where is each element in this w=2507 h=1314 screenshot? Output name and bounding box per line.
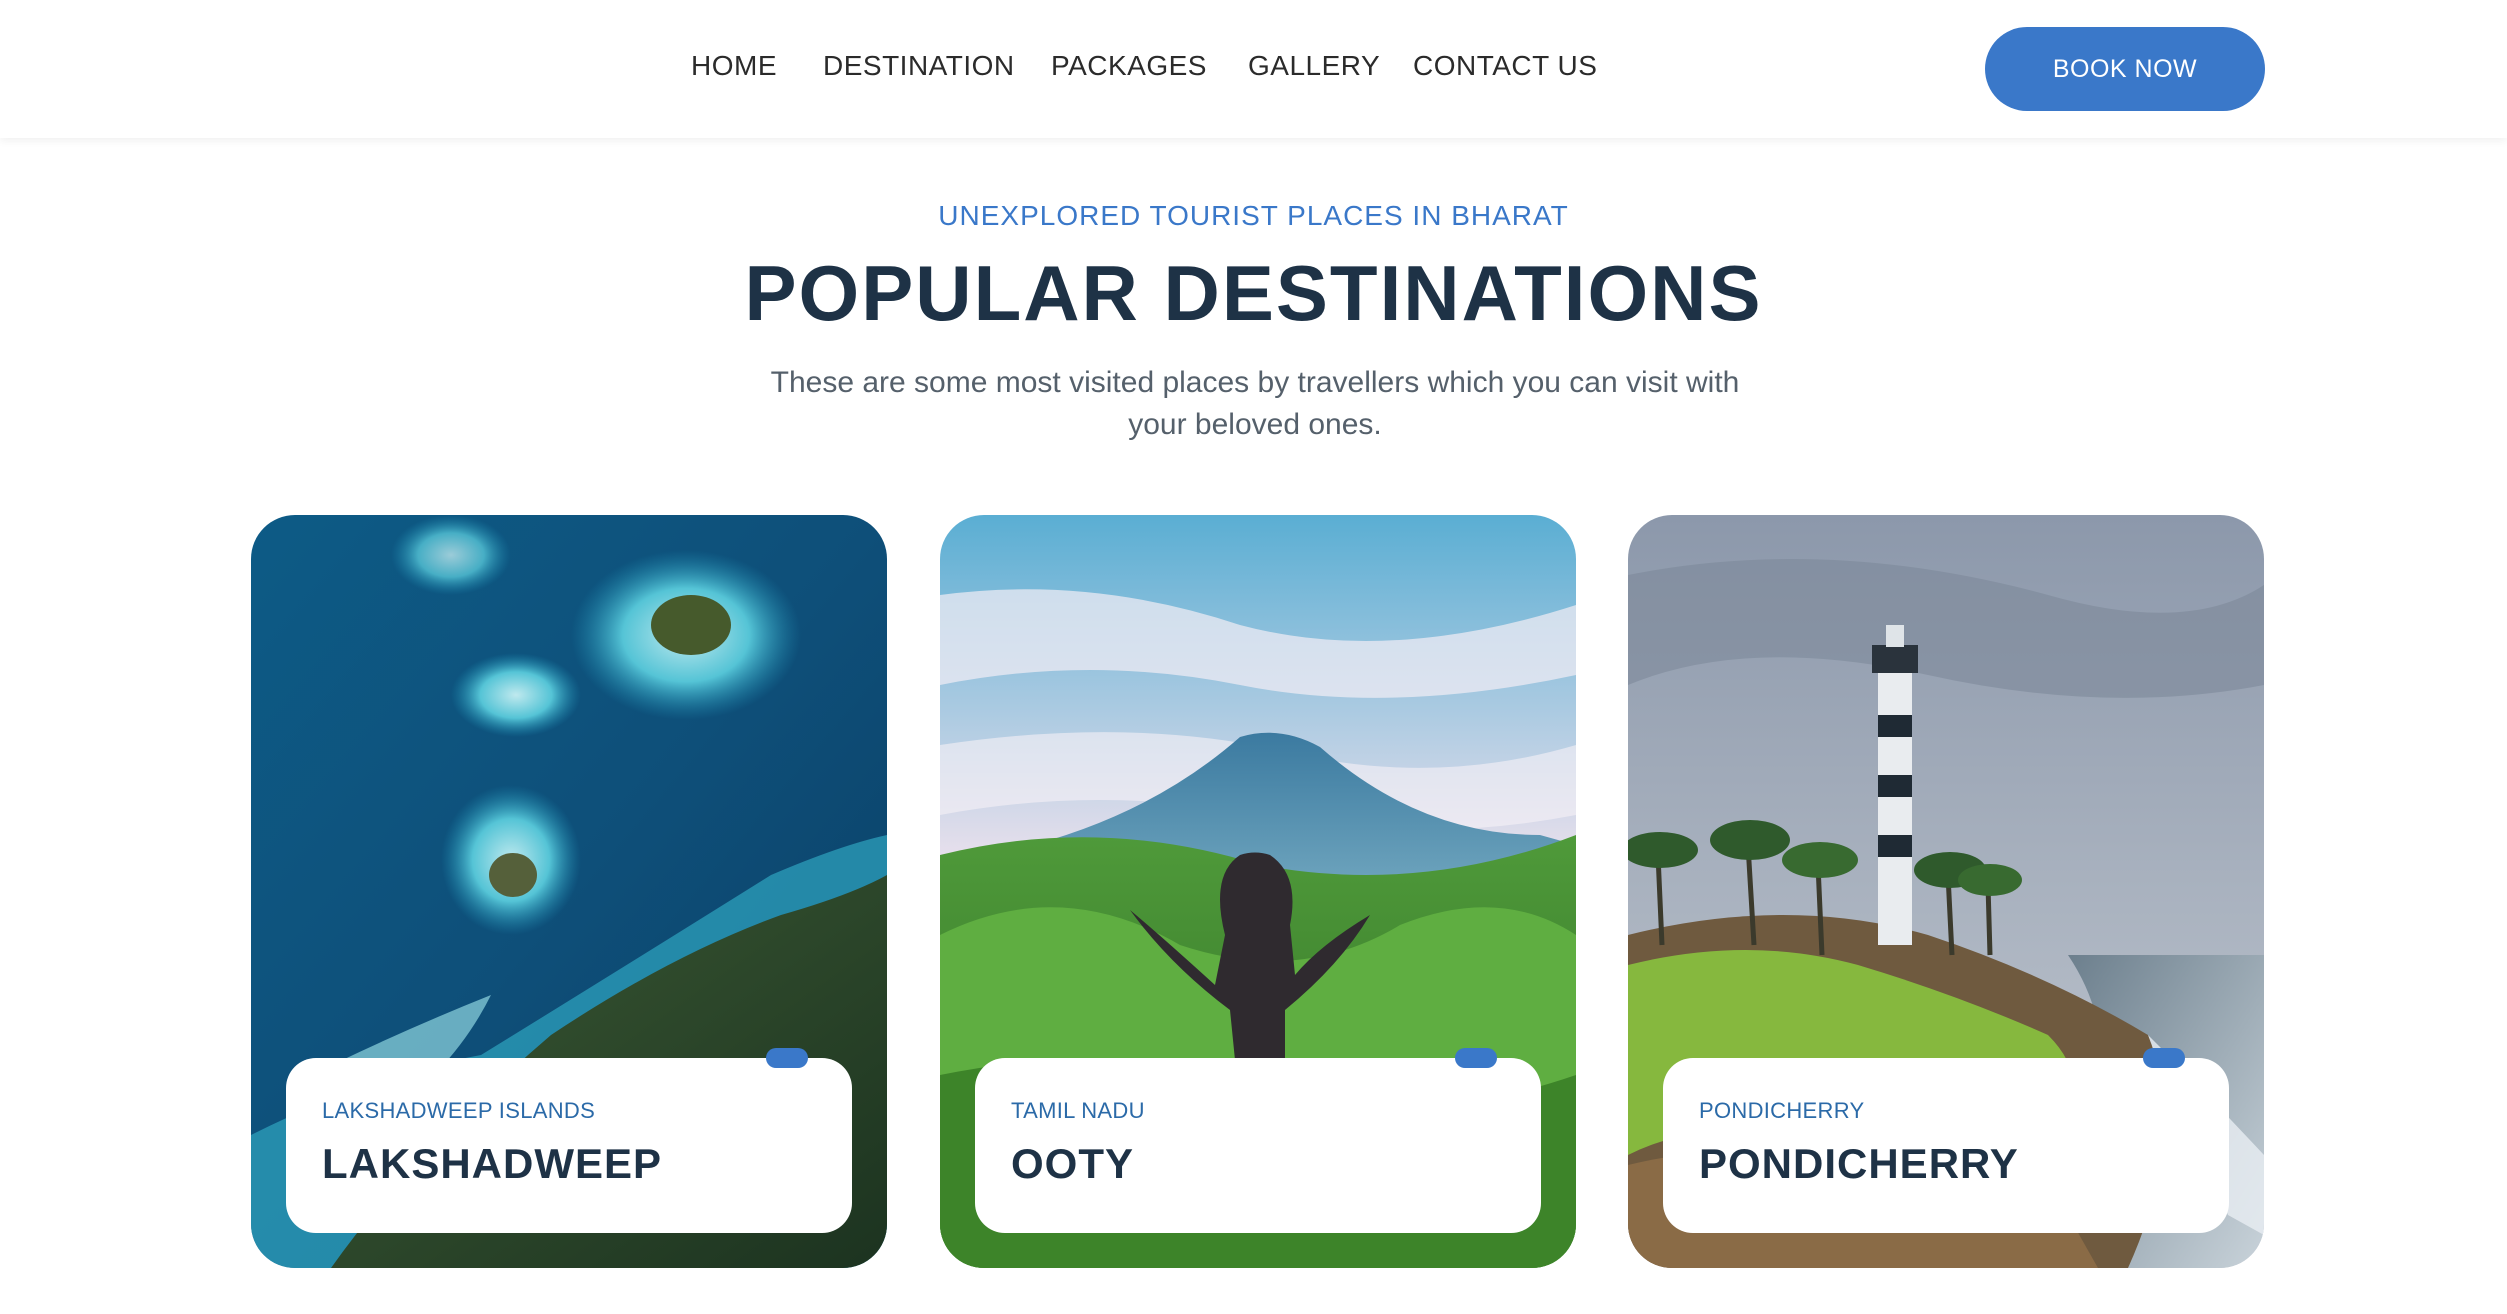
destination-name: OOTY <box>1011 1140 1135 1187</box>
destination-region: TAMIL NADU <box>1011 1098 1145 1123</box>
destination-name: PONDICHERRY <box>1699 1140 2019 1187</box>
nav-gallery-link[interactable]: GALLERY <box>1248 50 1380 82</box>
section-title: POPULAR DESTINATIONS <box>744 249 1763 337</box>
nav-packages-link[interactable]: PACKAGES <box>1051 50 1207 82</box>
card-tab-indicator <box>766 1048 808 1068</box>
card-tab-indicator <box>2143 1048 2185 1068</box>
destination-region: PONDICHERRY <box>1699 1098 1865 1123</box>
destination-card-lakshadweep[interactable]: LAKSHADWEEP ISLANDS LAKSHADWEEP <box>251 515 887 1268</box>
book-now-button[interactable]: BOOK NOW <box>1985 27 2265 111</box>
section-eyebrow: UNEXPLORED TOURIST PLACES IN BHARAT <box>938 200 1569 231</box>
destination-card-pondicherry[interactable]: PONDICHERRY PONDICHERRY <box>1628 515 2264 1268</box>
destination-name: LAKSHADWEEP <box>322 1140 663 1187</box>
section-subtitle: These are some most visited places by tr… <box>770 366 1740 441</box>
nav-home-link[interactable]: HOME <box>691 50 777 82</box>
site-header: HOME DESTINATION PACKAGES GALLERY CONTAC… <box>0 0 2507 138</box>
destination-info-panel: PONDICHERRY PONDICHERRY <box>1663 1048 2229 1233</box>
nav-contact-link[interactable]: CONTACT US <box>1413 50 1597 82</box>
nav-destination-link[interactable]: DESTINATION <box>823 50 1015 82</box>
destination-region: LAKSHADWEEP ISLANDS <box>322 1098 596 1123</box>
destination-info-panel: LAKSHADWEEP ISLANDS LAKSHADWEEP <box>286 1048 852 1233</box>
destination-card-ooty[interactable]: TAMIL NADU OOTY <box>940 515 1576 1268</box>
card-tab-indicator <box>1455 1048 1497 1068</box>
destination-info-panel: TAMIL NADU OOTY <box>975 1048 1541 1233</box>
